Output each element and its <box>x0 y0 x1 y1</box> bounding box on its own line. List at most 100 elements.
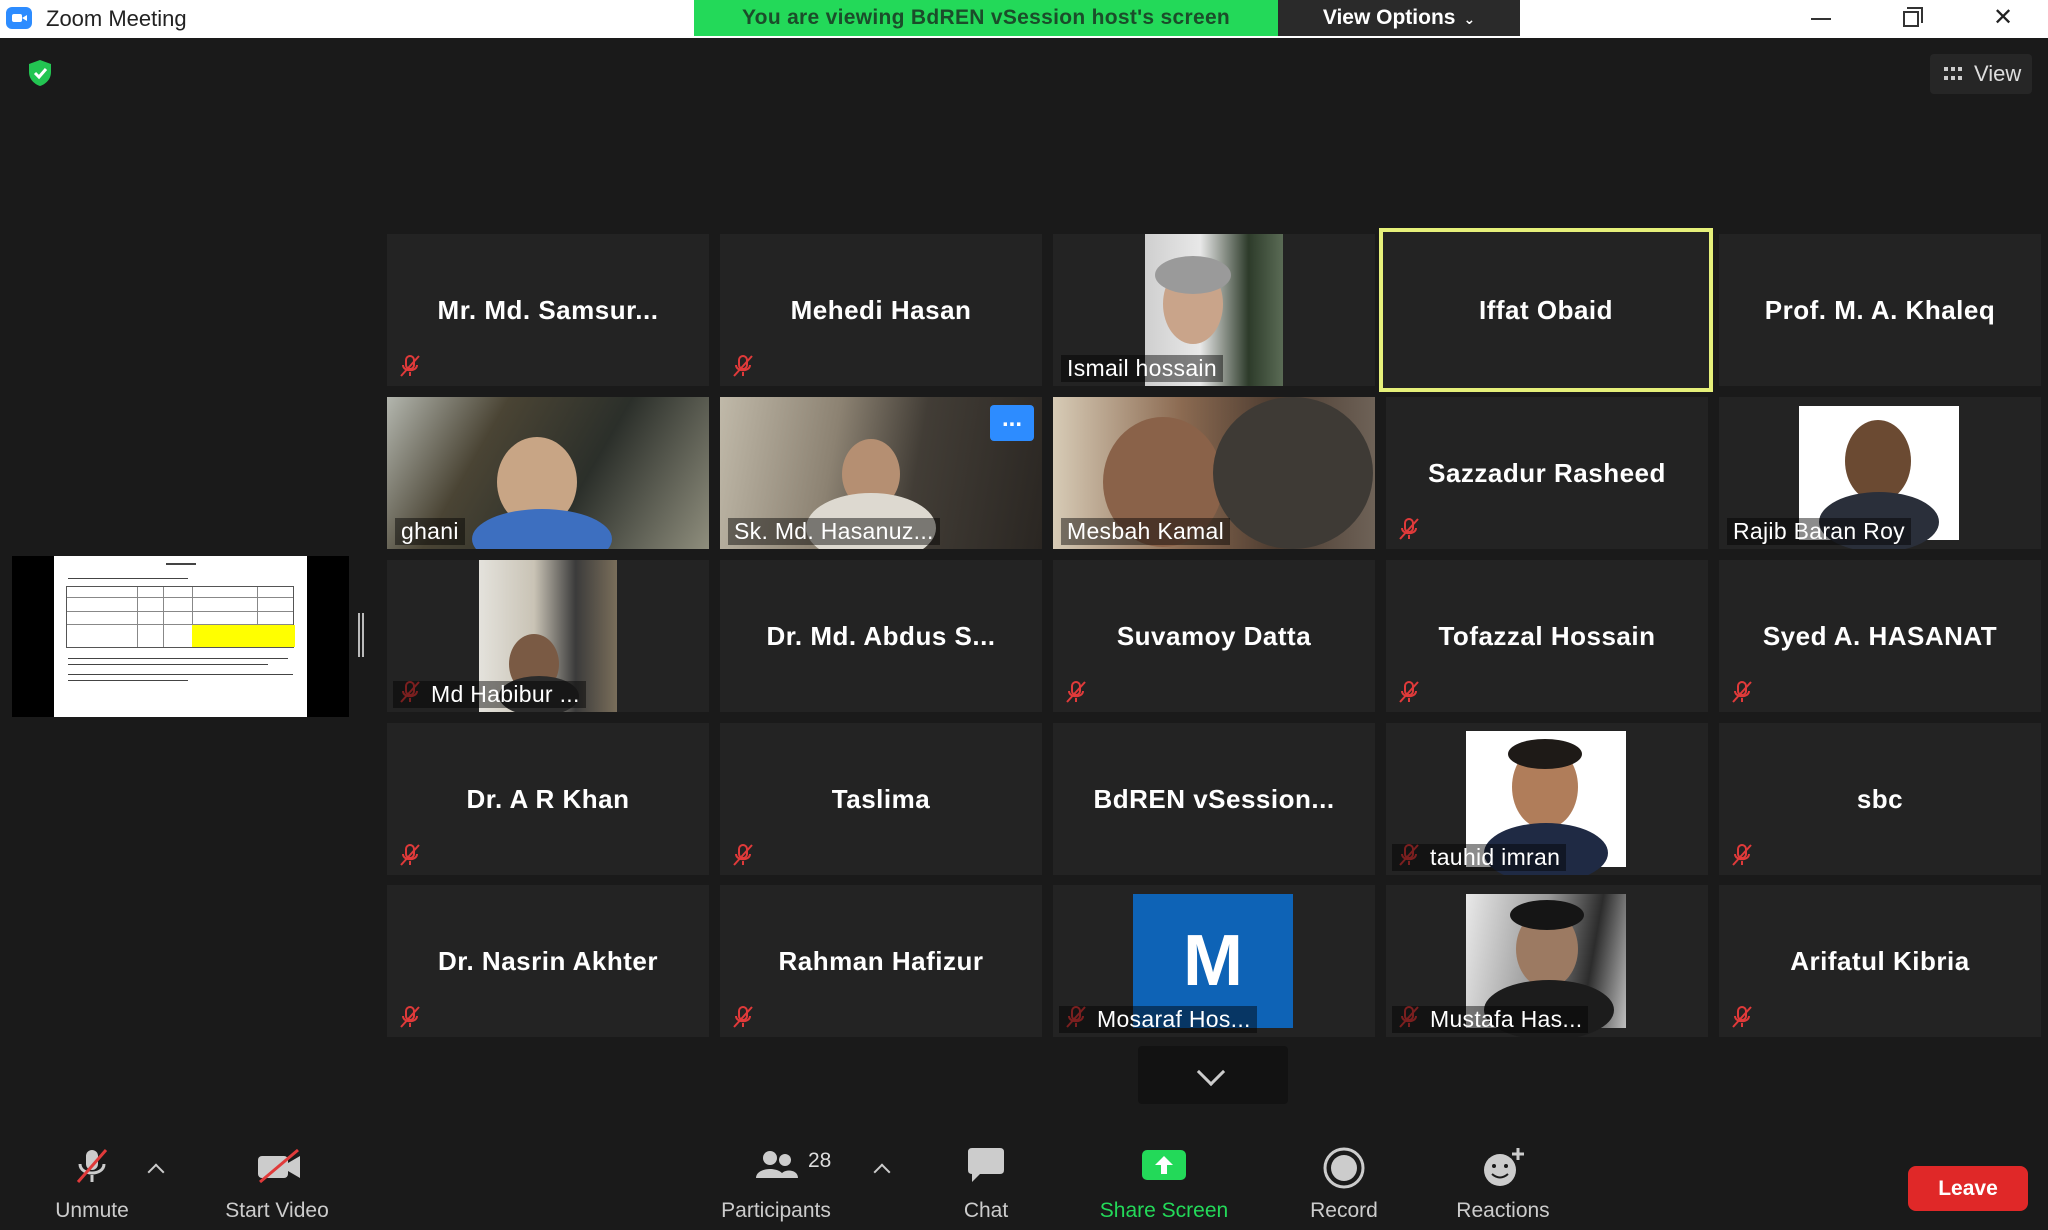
document-table <box>66 586 295 648</box>
chevron-down-icon <box>1196 1057 1226 1087</box>
restore-button[interactable] <box>1880 0 1942 36</box>
shield-icon[interactable] <box>27 59 53 87</box>
view-options-label: View Options <box>1322 6 1456 29</box>
participant-name: Suvamoy Datta <box>1116 620 1312 651</box>
view-button-label: View <box>1974 61 2022 86</box>
view-options-button[interactable]: View Options ⌄ <box>1278 0 1520 36</box>
participant-name: BdREN vSession... <box>1093 783 1335 814</box>
participant-tile[interactable]: Suvamoy Datta <box>1053 560 1375 712</box>
participant-tile[interactable]: tauhid imran <box>1386 723 1708 875</box>
chat-button[interactable]: Chat <box>940 1130 1032 1230</box>
participant-name: Taslima <box>831 783 931 814</box>
muted-mic-icon <box>76 1149 108 1183</box>
participant-tile[interactable]: Arifatul Kibria <box>1719 885 2041 1037</box>
muted-mic-icon <box>1732 844 1752 866</box>
start-video-label: Start Video <box>225 1199 329 1222</box>
participant-name: Mehedi Hasan <box>790 294 972 325</box>
participant-name: Mosaraf Hos... <box>1059 1006 1257 1033</box>
participant-name: Ismail hossain <box>1061 355 1223 382</box>
window-title: Zoom Meeting <box>46 6 187 31</box>
muted-mic-icon <box>400 844 420 866</box>
muted-mic-icon <box>1732 681 1752 703</box>
participants-icon <box>756 1151 798 1178</box>
chevron-down-icon: ⌄ <box>1463 11 1476 27</box>
participant-tile[interactable]: Dr. Nasrin Akhter <box>387 885 709 1037</box>
minimize-icon <box>1811 17 1831 20</box>
participant-tile[interactable]: Sazzadur Rasheed <box>1386 397 1708 549</box>
close-icon: ✕ <box>1992 4 2014 31</box>
minimize-button[interactable] <box>1790 0 1852 36</box>
participant-tile[interactable]: Dr. Md. Abdus S... <box>720 560 1042 712</box>
participant-name: sbc <box>1856 783 1904 814</box>
view-button[interactable]: View <box>1930 54 2032 94</box>
participant-tile[interactable]: Tofazzal Hossain <box>1386 560 1708 712</box>
video-off-icon <box>258 1148 300 1184</box>
participant-name: Mesbah Kamal <box>1061 518 1231 545</box>
next-page-button[interactable] <box>1138 1046 1288 1104</box>
muted-mic-icon <box>1732 1006 1752 1028</box>
shared-document-page <box>54 556 307 717</box>
muted-mic-icon <box>1066 681 1086 703</box>
muted-mic-icon <box>400 355 420 377</box>
participant-tile[interactable]: sbc <box>1719 723 2041 875</box>
unmute-button[interactable]: Unmute <box>30 1130 154 1230</box>
reactions-button[interactable]: Reactions <box>1444 1130 1562 1230</box>
participant-tile[interactable]: Md Habibur ... <box>387 560 709 712</box>
participants-label: Participants <box>721 1199 831 1222</box>
muted-mic-icon <box>1399 681 1419 703</box>
participant-tile[interactable]: Rajib Baran Roy <box>1719 397 2041 549</box>
participant-count: 28 <box>808 1149 832 1172</box>
participant-name: tauhid imran <box>1392 844 1567 871</box>
chat-icon <box>968 1148 1004 1182</box>
participant-tile[interactable]: ... Sk. Md. Hasanuz... <box>720 397 1042 549</box>
start-video-button[interactable]: Start Video <box>210 1130 344 1230</box>
share-screen-button[interactable]: Share Screen <box>1090 1130 1238 1230</box>
record-icon <box>1323 1147 1365 1189</box>
participant-name: Tofazzal Hossain <box>1438 620 1656 651</box>
share-screen-label: Share Screen <box>1099 1199 1229 1222</box>
participant-tile[interactable]: Mesbah Kamal <box>1053 397 1375 549</box>
participant-tile[interactable]: M Mosaraf Hos... <box>1053 885 1375 1037</box>
participant-name: ghani <box>395 518 465 545</box>
muted-mic-icon <box>733 844 753 866</box>
participant-tile-active-speaker[interactable]: Iffat Obaid <box>1379 228 1713 392</box>
participant-tile[interactable]: Ismail hossain <box>1053 234 1375 386</box>
participant-tile[interactable]: Taslima <box>720 723 1042 875</box>
chat-label: Chat <box>963 1199 1009 1222</box>
record-label: Record <box>1310 1199 1378 1222</box>
participant-name: Arifatul Kibria <box>1790 945 1970 976</box>
more-icon[interactable]: ... <box>990 405 1034 441</box>
participant-name: Mr. Md. Samsur... <box>437 294 659 325</box>
reactions-icon <box>1484 1148 1524 1186</box>
participants-options-caret[interactable] <box>873 1163 891 1181</box>
muted-mic-icon <box>400 1006 420 1028</box>
participant-tile[interactable]: Mustafa Has... <box>1386 885 1708 1037</box>
participant-name: Iffat Obaid <box>1478 294 1614 325</box>
participant-tile[interactable]: Rahman Hafizur <box>720 885 1042 1037</box>
participant-name: Mustafa Has... <box>1392 1006 1589 1033</box>
participant-tile[interactable]: Syed A. HASANAT <box>1719 560 2041 712</box>
participant-tile[interactable]: BdREN vSession... <box>1053 723 1375 875</box>
participant-name: Prof. M. A. Khaleq <box>1764 294 1996 325</box>
participant-tile[interactable]: Mehedi Hasan <box>720 234 1042 386</box>
zoom-app-icon <box>6 7 32 29</box>
participant-tile[interactable]: Mr. Md. Samsur... <box>387 234 709 386</box>
participant-name: Sk. Md. Hasanuz... <box>728 518 940 545</box>
participants-button[interactable]: Participants <box>706 1130 846 1230</box>
participant-tile[interactable]: Dr. A R Khan <box>387 723 709 875</box>
participant-tile[interactable]: ghani <box>387 397 709 549</box>
shared-screen-thumbnail[interactable] <box>12 556 349 717</box>
participant-name: Dr. A R Khan <box>466 783 630 814</box>
meeting-toolbar: Unmute Start Video Participants 28 Chat … <box>0 1130 2048 1230</box>
grid-icon <box>1944 67 1962 81</box>
share-screen-icon <box>1142 1150 1186 1180</box>
close-button[interactable]: ✕ <box>1972 0 2034 36</box>
unmute-label: Unmute <box>55 1199 129 1222</box>
participant-name: Rahman Hafizur <box>778 945 984 976</box>
panel-resize-handle[interactable] <box>358 613 364 657</box>
record-button[interactable]: Record <box>1298 1130 1390 1230</box>
highlighted-cell <box>192 625 295 647</box>
reactions-label: Reactions <box>1456 1199 1550 1222</box>
leave-button[interactable]: Leave <box>1908 1166 2028 1211</box>
participant-tile[interactable]: Prof. M. A. Khaleq <box>1719 234 2041 386</box>
